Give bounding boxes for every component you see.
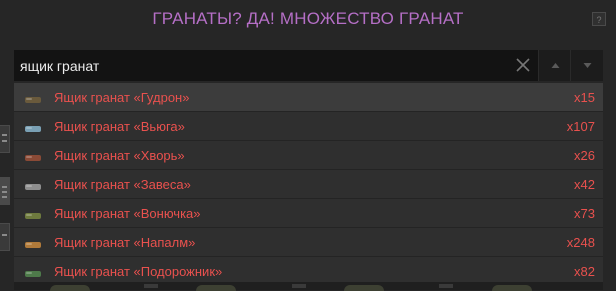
grenade-crate-icon (24, 237, 42, 248)
next-result-button[interactable] (570, 50, 603, 81)
list-item[interactable]: Ящик гранат «Напалм» x248 (14, 228, 603, 257)
item-label: Ящик гранат «Подорожник» (54, 264, 223, 279)
list-item[interactable]: Ящик гранат «Хворь» x26 (14, 141, 603, 170)
side-tab-3[interactable] (0, 223, 10, 251)
grenade-crate-icon (24, 92, 42, 103)
grenade-crate-icon (24, 121, 42, 132)
item-quantity: x42 (574, 177, 595, 192)
page-title: ГРАНАТЫ? ДА! МНОЖЕСТВО ГРАНАТ (152, 9, 464, 28)
results-list: Ящик гранат «Гудрон» x15 Ящик гранат «Вьюг… (14, 83, 603, 282)
grenade-crate-icon (24, 150, 42, 161)
item-quantity: x26 (574, 148, 595, 163)
side-tab-2[interactable] (0, 177, 10, 205)
grenade-crate-icon (24, 266, 42, 277)
side-tab-1[interactable] (0, 125, 10, 153)
item-label: Ящик гранат «Завеса» (54, 177, 191, 192)
prev-result-button[interactable] (538, 50, 571, 81)
close-icon[interactable] (514, 56, 532, 74)
arrow-up-icon (551, 63, 560, 68)
bottom-strip (14, 282, 603, 291)
item-label: Ящик гранат «Гудрон» (54, 90, 190, 105)
item-quantity: x248 (566, 235, 595, 250)
item-quantity: x15 (574, 90, 595, 105)
list-item[interactable]: Ящик гранат «Вьюга» x107 (14, 112, 603, 141)
item-label: Ящик гранат «Напалм» (54, 235, 196, 250)
item-quantity: x107 (566, 119, 595, 134)
help-button[interactable]: ? (592, 12, 606, 26)
item-label: Ящик гранат «Хворь» (54, 148, 185, 163)
search-input[interactable] (20, 50, 510, 81)
item-quantity: x82 (574, 264, 595, 279)
search-bar (14, 50, 603, 81)
item-quantity: x73 (574, 206, 595, 221)
item-label: Ящик гранат «Вьюга» (54, 119, 185, 134)
item-label: Ящик гранат «Вонючка» (54, 206, 201, 221)
arrow-down-icon (583, 63, 592, 68)
list-item[interactable]: Ящик гранат «Завеса» x42 (14, 170, 603, 199)
grenade-crate-icon (24, 179, 42, 190)
list-item[interactable]: Ящик гранат «Гудрон» x15 (14, 83, 603, 112)
list-item[interactable]: Ящик гранат «Вонючка» x73 (14, 199, 603, 228)
grenade-crate-icon (24, 208, 42, 219)
list-item[interactable]: Ящик гранат «Подорожник» x82 (14, 257, 603, 282)
